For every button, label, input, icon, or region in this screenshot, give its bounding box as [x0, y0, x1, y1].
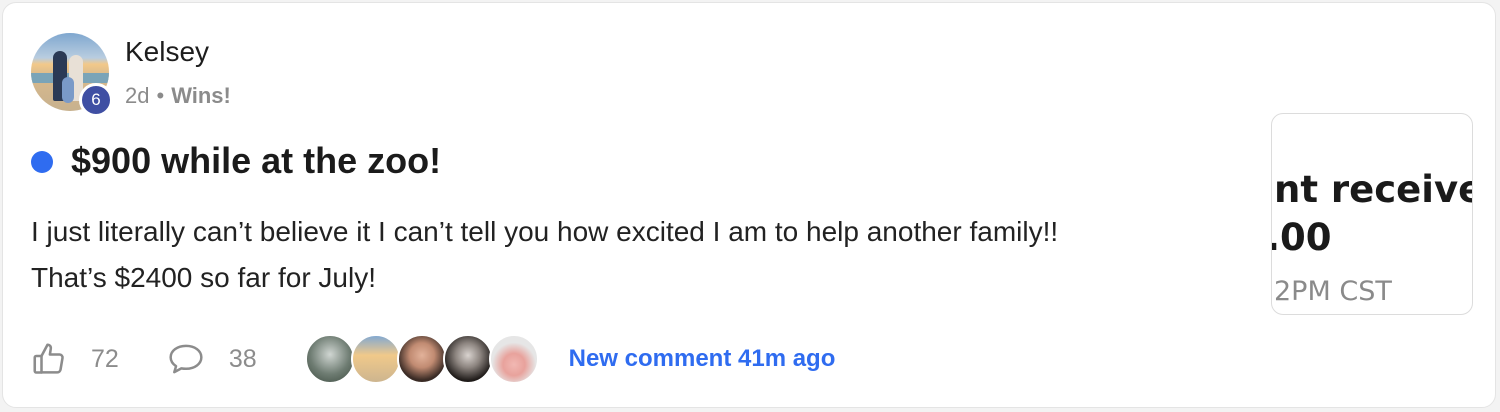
post-body: I just literally can’t believe it I can’… — [31, 209, 1231, 301]
speech-bubble-icon — [167, 341, 205, 377]
post-category[interactable]: Wins! — [171, 83, 231, 109]
thumbnail-text: nt receive — [1274, 168, 1473, 211]
post-thumbnail[interactable]: nt receive .00 2PM CST — [1271, 113, 1473, 315]
thumbs-up-icon — [31, 341, 67, 377]
level-badge: 6 — [79, 83, 113, 117]
thumbnail-text: .00 — [1271, 216, 1332, 259]
post-body-line: I just literally can’t believe it I can’… — [31, 216, 1059, 247]
comment-count: 38 — [228, 344, 257, 373]
new-comment-link[interactable]: New comment 41m ago — [569, 345, 836, 373]
commenter-avatars[interactable] — [304, 334, 539, 384]
post-body-line: That’s $2400 so far for July! — [31, 262, 376, 293]
commenter-avatar — [396, 334, 447, 384]
post-time: 2d — [125, 83, 150, 108]
post-title[interactable]: $900 while at the zoo! — [71, 140, 441, 182]
author-avatar[interactable]: 6 — [31, 33, 113, 117]
thumbnail-text: 2PM CST — [1274, 276, 1392, 307]
like-button[interactable]: 72 — [31, 341, 119, 377]
commenter-avatar — [488, 334, 539, 384]
post-meta: 2d • Wins! — [125, 83, 231, 109]
commenter-avatar — [442, 334, 493, 384]
commenter-avatar — [350, 334, 401, 384]
comment-button[interactable]: 38 — [167, 341, 257, 377]
post-actions: 72 38 New comment 41m ago — [31, 333, 835, 385]
unread-indicator — [31, 151, 53, 173]
author-name[interactable]: Kelsey — [125, 36, 209, 68]
commenter-avatar — [304, 334, 355, 384]
post-card[interactable]: 6 Kelsey 2d • Wins! $900 while at the zo… — [2, 2, 1496, 408]
meta-separator: • — [156, 83, 165, 108]
like-count: 72 — [91, 344, 119, 373]
